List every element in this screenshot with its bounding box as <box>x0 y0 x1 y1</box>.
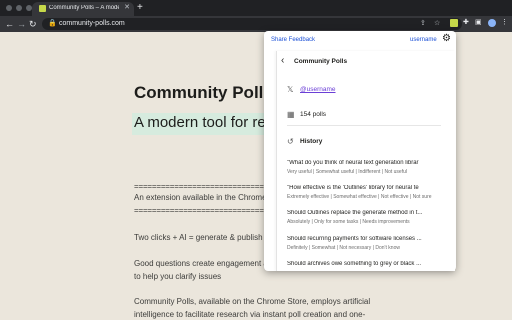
new-tab-button[interactable]: + <box>137 2 143 13</box>
gear-icon[interactable]: ⚙ <box>442 33 451 45</box>
engagement-text: Good questions create engagement a <box>134 259 268 268</box>
history-answers: Extremely effective | Somewhat effective… <box>287 194 432 200</box>
history-icon: ↺ <box>287 137 294 146</box>
browser-toolbar: ← → ↻ 🔒 community-polls.com ⇪ ☆ <box>0 16 512 32</box>
back-arrow-icon[interactable]: ← <box>5 18 14 30</box>
address-bar[interactable]: 🔒 community-polls.com ⇪ ☆ <box>42 18 462 30</box>
side-panel-icon[interactable]: ▣ <box>475 18 482 28</box>
tab-title: Community Polls – A modern to <box>49 5 119 11</box>
history-question[interactable]: "How effective is the 'Outlines' library… <box>287 185 445 191</box>
tab-bar: Community Polls – A modern to ✕ + <box>0 0 512 16</box>
share-feedback-link[interactable]: Share Feedback <box>271 37 315 43</box>
history-answers: Absolutely | Only for some tasks | Needs… <box>287 219 410 225</box>
history-question[interactable]: "What do you think of neural text genera… <box>287 160 445 166</box>
close-window-button[interactable] <box>6 5 12 11</box>
user-handle-link[interactable]: @username <box>300 86 336 93</box>
profile-panel: ‹ Community Polls 𝕏 @username ▦ 154 poll… <box>276 51 455 271</box>
extension-popup: Share Feedback username ⚙ ‹ Community Po… <box>264 31 456 271</box>
formula-text: Two clicks + AI = generate & publish o <box>134 233 270 242</box>
history-answers: Very useful | Somewhat useful | Indiffer… <box>287 169 407 175</box>
browser-menu-icon[interactable]: ⋮ <box>501 18 508 28</box>
description-text-cont: intelligence to facilitate research via … <box>134 310 366 319</box>
profile-avatar[interactable] <box>488 19 496 27</box>
x-logo-icon: 𝕏 <box>287 85 294 94</box>
polls-count: 154 polls <box>300 111 327 118</box>
window-controls <box>6 5 32 11</box>
share-icon[interactable]: ⇪ <box>420 19 426 29</box>
lock-icon[interactable]: 🔒 <box>48 19 57 29</box>
history-heading: History <box>300 138 323 145</box>
reload-icon[interactable]: ↻ <box>29 18 37 30</box>
engagement-text-cont: to help you clarify issues <box>134 272 222 281</box>
forward-arrow-icon[interactable]: → <box>17 18 26 30</box>
chevron-left-icon[interactable]: ‹ <box>281 55 284 67</box>
history-answers: Definitely | Somewhat | Not necessary | … <box>287 245 400 251</box>
page-tagline: A modern tool for re <box>134 114 266 131</box>
page-title: Community Polls <box>134 83 273 102</box>
history-question[interactable]: Should recurring payments for software l… <box>287 236 445 242</box>
polls-icon: ▦ <box>287 110 295 119</box>
bookmark-star-icon[interactable]: ☆ <box>434 19 440 29</box>
community-polls-extension-icon[interactable] <box>450 19 458 27</box>
history-question[interactable]: Should Outlines replace the generate met… <box>287 210 445 216</box>
favicon-icon <box>39 5 46 12</box>
description-text: Community Polls, available on the Chrome… <box>134 297 371 306</box>
history-question[interactable]: Should archives owe something to grey or… <box>287 261 445 267</box>
extensions-puzzle-icon[interactable]: ✚ <box>463 18 469 28</box>
tab-close-icon[interactable]: ✕ <box>124 4 130 12</box>
minimize-window-button[interactable] <box>16 5 22 11</box>
username-link[interactable]: username <box>410 37 437 43</box>
browser-tab[interactable]: Community Polls – A modern to ✕ <box>32 2 134 16</box>
panel-title: Community Polls <box>294 58 348 65</box>
extension-availability-text: An extension available in the Chrome <box>134 193 267 202</box>
url-text[interactable]: community-polls.com <box>59 20 125 27</box>
divider <box>287 125 441 126</box>
